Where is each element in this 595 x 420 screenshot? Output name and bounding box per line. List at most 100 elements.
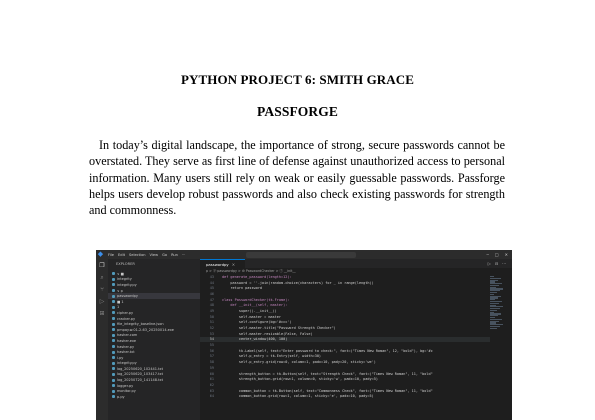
file-icon	[112, 305, 115, 309]
run-icon[interactable]: ▷	[488, 261, 491, 266]
file-icon	[112, 345, 115, 349]
split-editor-icon[interactable]: ⊟	[495, 261, 498, 266]
file-name: integrity	[117, 277, 132, 282]
line-number: 51	[209, 320, 214, 325]
file-icon	[112, 328, 115, 332]
file-name: hasher.com	[117, 333, 138, 338]
file-name: log_20250620_102441.txt	[117, 366, 163, 371]
tab-close-icon[interactable]: ×	[232, 262, 235, 267]
line-number: 64	[209, 394, 214, 399]
file-name: ■ 1	[117, 299, 124, 304]
code-text: super().__init__()	[222, 308, 277, 313]
file-name: hasher.txt	[117, 350, 135, 355]
extensions-icon[interactable]: ⊞	[99, 310, 104, 317]
tab-passwordpy[interactable]: passwordpy ×	[200, 259, 246, 268]
file-name: i.py	[117, 355, 124, 360]
file-name: p.py	[117, 394, 125, 399]
file-icon	[112, 361, 115, 365]
explorer-header: EXPLORER	[116, 262, 135, 266]
line-number: 43	[209, 274, 214, 279]
editor-actions: ▷ ⊟ ···	[488, 259, 512, 268]
ide-menu-item[interactable]: ···	[182, 253, 185, 257]
ide-screenshot: ◆ File Edit Selection View Go Run ··· ─ □ ✕ ❐ …	[96, 250, 512, 420]
file-icon	[112, 300, 115, 304]
ide-menu-item[interactable]: File	[108, 253, 114, 257]
line-number: 50	[209, 314, 214, 319]
file-icon	[112, 395, 115, 399]
line-number: 44	[209, 280, 214, 285]
ide-menu-item[interactable]: Edit	[118, 253, 125, 257]
line-number: 57	[209, 354, 214, 359]
file-name: logger.py	[117, 383, 134, 388]
file-name: log_20250720_141148.txt	[117, 378, 163, 383]
ide-menu-item[interactable]: Go	[162, 253, 167, 257]
code-text: class PasswordChecker(tk.Frame):	[222, 297, 290, 302]
search-icon[interactable]: ⌕	[100, 274, 103, 281]
ide-titlebar: ◆ File Edit Selection View Go Run ··· ─ □ ✕	[96, 250, 512, 259]
intro-paragraph: In today’s digital landscape, the import…	[89, 138, 505, 218]
tab-label: passwordpy	[206, 261, 229, 267]
line-number: 49	[209, 308, 214, 313]
file-name: ∨ ■	[117, 271, 124, 276]
file-name: cipher.py	[117, 310, 134, 315]
code-text: def __init__(self, master):	[222, 303, 288, 308]
ide-menu-item[interactable]: Run	[171, 253, 178, 257]
ide-menu-item[interactable]: Selection	[129, 253, 146, 257]
minimap-line	[490, 327, 497, 329]
ide-menu-item[interactable]: View	[150, 253, 159, 257]
code-line: 64 common_button.grid(row=1, column=1, s…	[200, 393, 490, 399]
file-name: integrity.py	[117, 361, 137, 366]
file-name: monitor.py	[117, 389, 136, 394]
explorer-sidebar: EXPLORER ∨ ■ integrity integrity.py ∨ p …	[108, 259, 200, 420]
code-text: self.master.resizable(False, False)	[222, 331, 313, 336]
ide-menu-bar: File Edit Selection View Go Run ···	[108, 253, 185, 257]
file-name: integrity.py	[117, 282, 137, 287]
source-control-icon[interactable]: ⑂	[100, 286, 104, 293]
file-icon	[112, 289, 115, 293]
code-text: self.p_entry = tk.Entry(self, width=30)	[222, 354, 322, 359]
window-controls: ─ □ ✕	[486, 250, 508, 259]
document-subtitle: PASSFORGE	[257, 104, 338, 119]
file-icon	[112, 367, 115, 371]
maximize-icon[interactable]: □	[495, 250, 499, 259]
file-icon	[112, 294, 115, 298]
file-tree-item[interactable]: p.py	[108, 394, 200, 400]
file-name: 1	[117, 305, 120, 310]
line-number: 56	[209, 348, 214, 353]
line-number: 47	[209, 297, 214, 302]
file-name: pmpay.w.01-2-63_20250014.exe	[117, 327, 174, 332]
line-number: 55	[209, 343, 214, 348]
file-icon	[112, 333, 115, 337]
code-text: strength_button = tk.Button(self, text="…	[222, 371, 433, 376]
file-name: passwordpy	[117, 294, 138, 299]
file-icon	[112, 350, 115, 354]
code-text: common_button = tk.Button(self, text="Co…	[222, 388, 433, 393]
activity-bar: ❐ ⌕ ⑂ ▷ ⊞	[96, 259, 108, 420]
file-name: hasher.py	[117, 344, 135, 349]
line-number: 58	[209, 360, 214, 365]
code-text: password = ''.join(random.choice(charact…	[222, 280, 374, 285]
minimap[interactable]	[490, 276, 504, 336]
file-tree: ∨ ■ integrity integrity.py ∨ p passwordp…	[108, 271, 200, 400]
minimize-icon[interactable]: ─	[486, 250, 488, 259]
code-text: tk.Label(self, text="Enter password to c…	[222, 348, 433, 353]
line-number: 63	[209, 388, 214, 393]
command-center-search[interactable]	[246, 251, 356, 258]
line-number: 62	[209, 382, 214, 387]
file-icon	[112, 372, 115, 376]
explorer-icon[interactable]: ❐	[99, 262, 104, 269]
close-icon[interactable]: ✕	[505, 250, 508, 259]
line-number: 52	[209, 326, 214, 331]
code-view[interactable]: 43 def generate_password(length=12): 44 pa…	[200, 274, 490, 399]
document-title: PYTHON PROJECT 6: SMITH GRACE	[180, 72, 415, 87]
code-text: self.p_entry.grid(row=0, column=1, padx=…	[222, 360, 376, 365]
file-icon	[112, 322, 115, 326]
file-name: file_integrity_baseline.json	[117, 322, 164, 327]
run-debug-icon[interactable]: ▷	[100, 298, 105, 305]
code-text: return password	[222, 286, 263, 291]
line-number: 48	[209, 303, 214, 308]
more-actions-icon[interactable]: ···	[502, 261, 506, 266]
line-number: 60	[209, 371, 214, 376]
file-name: ∨ p	[117, 288, 123, 293]
file-icon	[112, 311, 115, 315]
